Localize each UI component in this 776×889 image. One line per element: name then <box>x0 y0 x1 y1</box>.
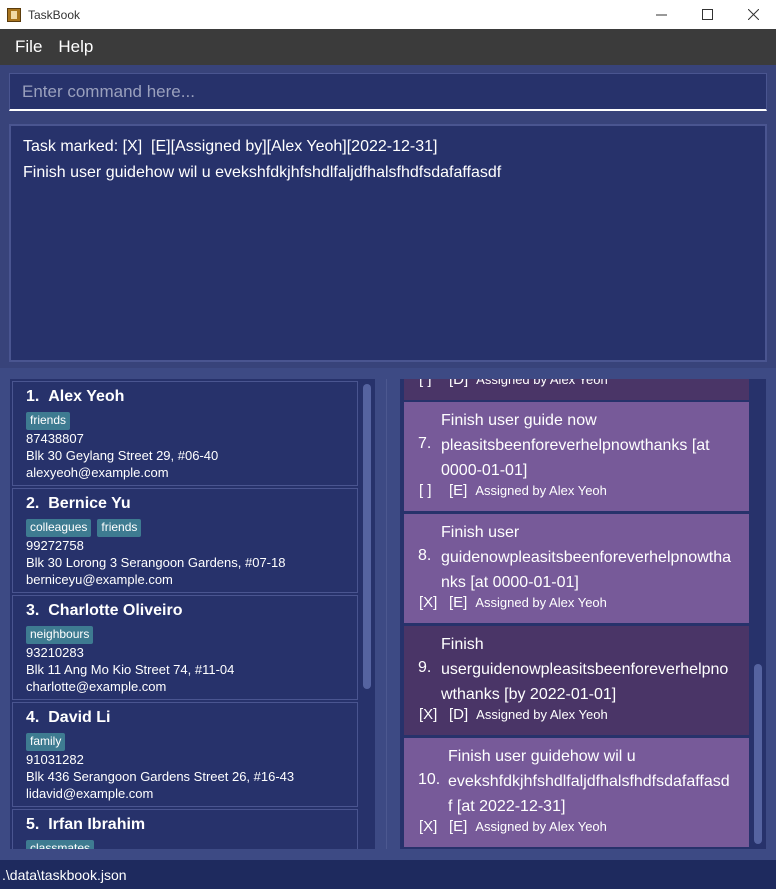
task-type: [D] <box>449 379 469 388</box>
task-footer: [X] [E] Assigned by Alex Yeoh <box>419 594 607 611</box>
person-phone: 87438807 <box>26 431 84 446</box>
panel-divider[interactable] <box>386 379 387 849</box>
tag: colleagues <box>26 519 92 537</box>
tag-list: neighbours <box>26 626 344 644</box>
close-button[interactable] <box>730 0 776 29</box>
task-type: [D] <box>449 706 469 723</box>
person-address: Blk 11 Ang Mo Kio Street 74, #11-04 <box>26 662 235 677</box>
task-footer: [X] [E] Assigned by Alex Yeoh <box>419 818 607 835</box>
task-type: [E] <box>449 482 468 499</box>
maximize-button[interactable] <box>684 0 730 29</box>
tag: neighbours <box>26 626 94 644</box>
task-assigned: Assigned by Alex Yeoh <box>475 595 607 610</box>
task-card-selected[interactable]: 9. Finish userguidenowpleasitsbeenforever… <box>404 626 749 735</box>
data-file-path: .\data\taskbook.json <box>2 866 127 883</box>
task-status: [ ] <box>419 482 432 499</box>
menu-bar: File Help <box>0 29 776 65</box>
task-index: 7. <box>418 435 432 452</box>
command-input[interactable] <box>9 73 767 111</box>
person-phone: 99272758 <box>26 538 84 553</box>
window-title: TaskBook <box>28 7 81 22</box>
tag-list: classmates <box>26 840 344 849</box>
person-name: 3. Charlotte Oliveiro <box>26 602 183 619</box>
person-email: lidavid@example.com <box>26 786 154 801</box>
result-line: Finish user guidehow wil u evekshfdkjhfs… <box>23 164 502 181</box>
scrollbar-thumb[interactable] <box>754 664 762 844</box>
task-card[interactable]: [ ] [D] Assigned by Alex Yeoh <box>404 379 749 400</box>
tag: family <box>26 733 66 751</box>
tag: friends <box>97 519 142 537</box>
task-description: Finish user guide now pleasitsbeenforever… <box>441 412 710 479</box>
task-status: [X] <box>419 706 438 723</box>
app-icon <box>7 7 21 22</box>
task-assigned: Assigned by Alex Yeoh <box>476 379 608 387</box>
person-phone: 91031282 <box>26 752 84 767</box>
person-list-panel: 1. Alex Yeoh friends 87438807 Blk 30 Gey… <box>10 379 375 849</box>
task-type: [E] <box>449 594 468 611</box>
maximize-icon <box>701 9 713 20</box>
menu-help[interactable]: Help <box>50 37 101 57</box>
minimize-button[interactable] <box>638 0 684 29</box>
task-status: [X] <box>419 818 438 835</box>
task-card[interactable]: 7. Finish user guide now pleasitsbeenfore… <box>404 402 749 511</box>
person-name: 1. Alex Yeoh <box>26 388 125 405</box>
person-address: Blk 30 Geylang Street 29, #06-40 <box>26 448 219 463</box>
task-description: Finish user guidenowpleasitsbeenforeverhe… <box>441 524 731 591</box>
minimize-icon <box>655 14 667 16</box>
command-box <box>0 65 776 119</box>
task-list-panel: [ ] [D] Assigned by Alex Yeoh 7. Finish … <box>400 379 766 849</box>
result-line: Task marked: [X] [E][Assigned by][Alex Y… <box>23 138 438 155</box>
menu-file[interactable]: File <box>0 37 50 57</box>
task-status: [ ] <box>419 379 432 388</box>
person-email: berniceyu@example.com <box>26 572 173 587</box>
person-card[interactable]: 1. Alex Yeoh friends 87438807 Blk 30 Gey… <box>12 381 358 486</box>
close-icon <box>747 9 759 20</box>
tag: classmates <box>26 840 95 849</box>
person-card[interactable]: 5. Irfan Ibrahim classmates <box>12 809 358 849</box>
person-phone: 93210283 <box>26 645 84 660</box>
result-display: Task marked: [X] [E][Assigned by][Alex Y… <box>9 124 767 362</box>
title-bar: TaskBook <box>0 0 776 29</box>
tag-list: friends <box>26 412 344 430</box>
task-footer: [X] [D] Assigned by Alex Yeoh <box>419 706 608 723</box>
person-address: Blk 30 Lorong 3 Serangoon Gardens, #07-1… <box>26 555 286 570</box>
task-index: 9. <box>418 659 432 676</box>
task-list-scrollbar[interactable] <box>752 379 764 849</box>
person-name: 5. Irfan Ibrahim <box>26 816 146 833</box>
task-type: [E] <box>449 818 468 835</box>
scrollbar-thumb[interactable] <box>363 384 371 689</box>
person-card[interactable]: 3. Charlotte Oliveiro neighbours 9321028… <box>12 595 358 700</box>
task-index: 8. <box>418 547 432 564</box>
task-index: 10. <box>418 771 441 788</box>
task-card[interactable]: 8. Finish user guidenowpleasitsbeenforeve… <box>404 514 749 623</box>
tag: friends <box>26 412 71 430</box>
person-card[interactable]: 4. David Li family 91031282 Blk 436 Sera… <box>12 702 358 807</box>
person-name: 4. David Li <box>26 709 111 726</box>
tag-list: colleagues friends <box>26 519 344 537</box>
person-name: 2. Bernice Yu <box>26 495 131 512</box>
person-email: alexyeoh@example.com <box>26 465 169 480</box>
task-footer: [ ] [D] Assigned by Alex Yeoh <box>419 379 608 388</box>
task-status: [X] <box>419 594 438 611</box>
task-assigned: Assigned by Alex Yeoh <box>475 483 607 498</box>
task-description: Finish userguidenowpleasitsbeenforeverhel… <box>441 636 729 703</box>
person-list-scrollbar[interactable] <box>361 379 373 849</box>
tag-list: family <box>26 733 344 751</box>
person-card[interactable]: 2. Bernice Yu colleagues friends 9927275… <box>12 488 358 593</box>
person-address: Blk 436 Serangoon Gardens Street 26, #16… <box>26 769 295 784</box>
task-footer: [ ] [E] Assigned by Alex Yeoh <box>419 482 607 499</box>
task-assigned: Assigned by Alex Yeoh <box>475 819 607 834</box>
task-assigned: Assigned by Alex Yeoh <box>476 707 608 722</box>
window-controls <box>638 0 776 29</box>
person-email: charlotte@example.com <box>26 679 167 694</box>
status-bar: .\data\taskbook.json <box>0 860 776 889</box>
task-description: Finish user guidehow wil u evekshfdkjhfsh… <box>448 748 730 815</box>
task-card[interactable]: 10. Finish user guidehow wil u evekshfdkj… <box>404 738 749 847</box>
